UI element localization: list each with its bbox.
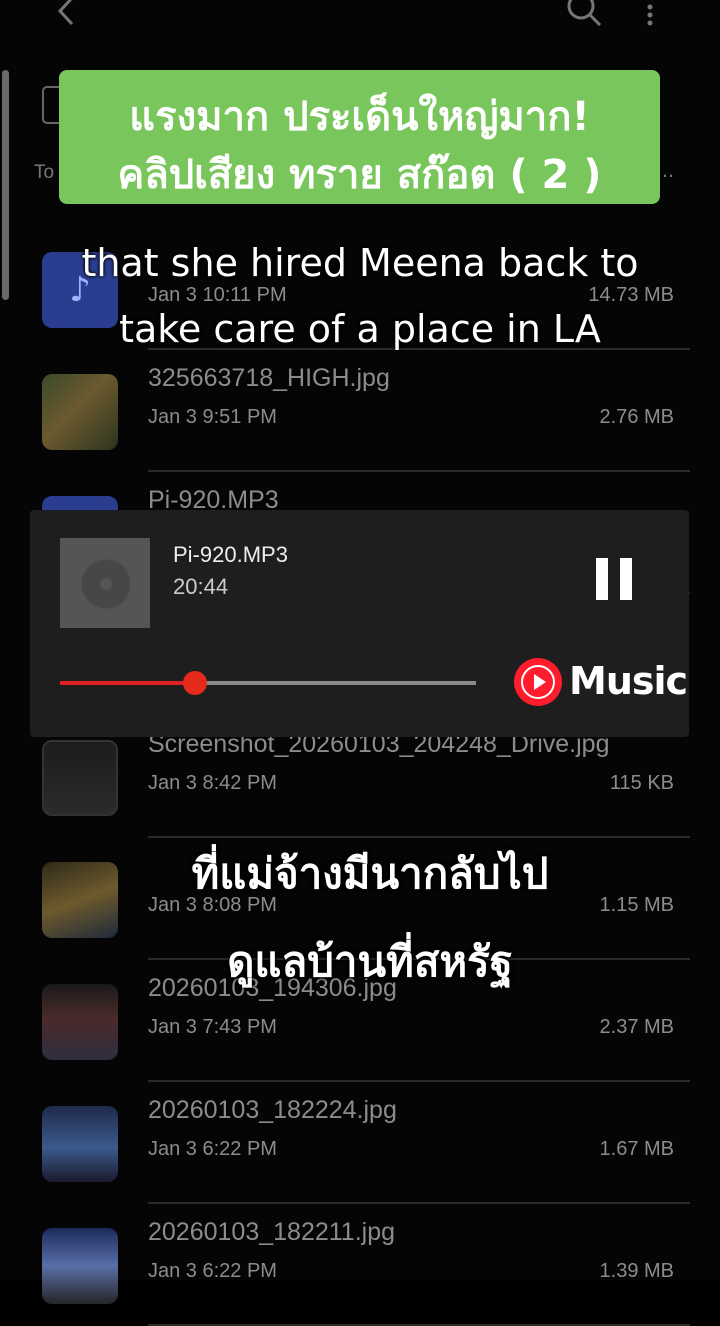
disc-icon bbox=[81, 559, 131, 609]
play-circle-icon bbox=[521, 665, 555, 699]
progress-slider[interactable] bbox=[60, 671, 476, 695]
title-banner: แรงมาก ประเด็นใหญ่มาก! คลิปเสียง ทราย สก… bbox=[59, 70, 660, 204]
track-name: Pi-920.MP3 bbox=[173, 542, 288, 567]
youtube-music-logo-icon[interactable] bbox=[514, 658, 562, 706]
file-size: 2.37 MB bbox=[599, 1016, 674, 1038]
file-date: Jan 3 6:22 PM bbox=[148, 1138, 277, 1160]
progress-thumb[interactable] bbox=[183, 671, 208, 695]
track-time: 20:44 bbox=[173, 574, 229, 599]
more-options-icon[interactable] bbox=[640, 2, 660, 28]
file-name: 20260103_182224.jpg bbox=[148, 1096, 397, 1124]
row-divider bbox=[148, 1080, 690, 1082]
music-brand-label[interactable]: Music bbox=[569, 659, 688, 703]
thai-subtitle-line-1: ที่แม่จ้างมีนากลับไป bbox=[191, 849, 549, 898]
back-arrow-icon[interactable] bbox=[52, 0, 82, 28]
english-subtitle: that she hired Meena back to take care o… bbox=[81, 241, 639, 351]
mini-player: Pi-920.MP3 20:44 Music bbox=[30, 510, 689, 737]
file-size: 2.76 MB bbox=[599, 406, 674, 428]
sort-extra: .. bbox=[662, 160, 675, 182]
top-app-bar bbox=[0, 0, 720, 40]
file-row[interactable]: 20260103_182224.jpg Jan 3 6:22 PM 1.67 MB bbox=[0, 1084, 720, 1204]
file-name: 20260103_182211.jpg bbox=[148, 1218, 396, 1246]
file-thumbnail bbox=[42, 1228, 118, 1304]
thai-subtitle: ที่แม่จ้างมีนากลับไป ดูแลบ้านที่สหรัฐ bbox=[20, 830, 720, 1006]
file-size: 1.67 MB bbox=[599, 1138, 674, 1160]
file-date: Jan 3 8:42 PM bbox=[148, 772, 277, 794]
sort-label[interactable]: To bbox=[34, 162, 54, 184]
title-line-1: แรงมาก ประเด็นใหญ่มาก! bbox=[129, 94, 590, 140]
search-icon[interactable] bbox=[564, 0, 604, 30]
pause-bar-icon bbox=[596, 558, 608, 600]
row-divider bbox=[148, 1202, 690, 1204]
file-size: 115 KB bbox=[609, 772, 674, 794]
file-name: 325663718_HIGH.jpg bbox=[148, 364, 390, 392]
album-art bbox=[60, 538, 150, 628]
file-row[interactable]: 20260103_182211.jpg Jan 3 6:22 PM 1.39 MB bbox=[0, 1206, 720, 1326]
file-thumbnail bbox=[42, 1106, 118, 1182]
file-date: Jan 3 9:51 PM bbox=[148, 406, 277, 428]
pause-bar-icon bbox=[620, 558, 632, 600]
file-row[interactable]: 325663718_HIGH.jpg Jan 3 9:51 PM 2.76 MB bbox=[0, 352, 720, 472]
title-line-2: คลิปเสียง ทราย สก๊อต ( 2 ) bbox=[117, 152, 602, 198]
pause-button[interactable] bbox=[596, 558, 636, 600]
thai-subtitle-line-2: ดูแลบ้านที่สหรัฐ bbox=[227, 937, 513, 986]
progress-fill bbox=[60, 681, 196, 685]
row-divider bbox=[148, 470, 690, 472]
file-date: Jan 3 7:43 PM bbox=[148, 1016, 277, 1038]
file-thumbnail bbox=[42, 740, 118, 816]
file-thumbnail bbox=[42, 374, 118, 450]
